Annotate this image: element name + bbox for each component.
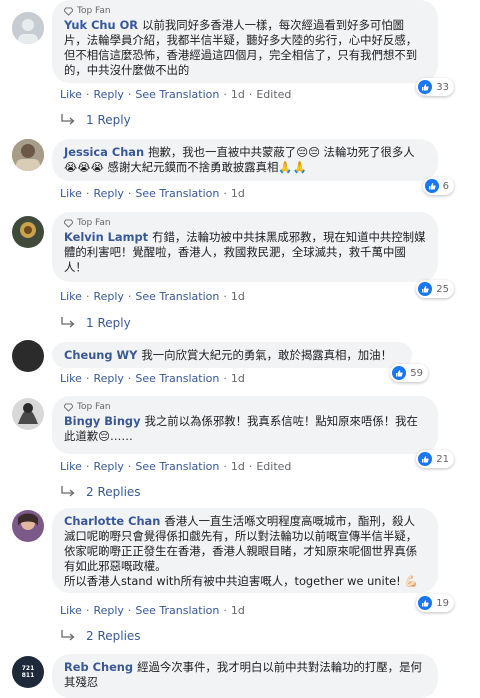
view-replies-link[interactable]: 2 Replies <box>60 629 141 643</box>
see-translation-link[interactable]: See Translation <box>135 604 219 617</box>
reply-arrow-icon <box>61 486 75 497</box>
diamond-icon <box>64 6 73 16</box>
like-icon <box>418 80 433 94</box>
reply-link[interactable]: Reply <box>93 460 123 473</box>
reply-arrow-icon <box>61 114 75 125</box>
comment-bubble: Charlotte Chan 香港人一直生活喺文明程度高嘅城市，酯刑，殺人滅口呢啲… <box>52 508 454 612</box>
commenter-name[interactable]: Reb Cheng <box>64 660 133 674</box>
reply-link[interactable]: Reply <box>93 88 123 101</box>
view-replies-link[interactable]: 1 Reply <box>60 113 131 127</box>
avatar[interactable] <box>12 139 44 171</box>
timestamp[interactable]: 1d <box>231 187 245 200</box>
comment-bubble: Top Fan Bingy Bingy 我之前以為係邪教！我真系信咗！點知原來唔係… <box>52 396 454 468</box>
commenter-name[interactable]: Jessica Chan <box>64 145 144 159</box>
see-translation-link[interactable]: See Translation <box>135 88 219 101</box>
diamond-icon <box>64 218 73 228</box>
reaction-count[interactable]: 6 <box>422 177 454 195</box>
avatar-text: 721 811 <box>21 665 35 679</box>
top-fan-badge: Top Fan <box>64 402 426 412</box>
reaction-count[interactable]: 33 <box>416 78 454 96</box>
like-icon <box>418 596 433 610</box>
avatar[interactable] <box>12 216 44 248</box>
like-icon <box>418 452 433 466</box>
top-fan-badge: Top Fan <box>64 6 426 16</box>
comment-actions: Like · Reply · See Translation · 1d <box>60 290 245 303</box>
see-translation-link[interactable]: See Translation <box>135 460 219 473</box>
see-translation-link[interactable]: See Translation <box>135 187 219 200</box>
reply-link[interactable]: Reply <box>93 290 123 303</box>
commenter-name[interactable]: Cheung WY <box>64 348 137 362</box>
reaction-count[interactable]: 21 <box>416 450 454 468</box>
reply-link[interactable]: Reply <box>93 372 123 385</box>
like-link[interactable]: Like <box>60 88 82 101</box>
reaction-count[interactable]: 59 <box>390 364 428 382</box>
edited-label: Edited <box>256 88 292 101</box>
like-link[interactable]: Like <box>60 460 82 473</box>
timestamp[interactable]: 1d <box>231 290 245 303</box>
avatar[interactable]: 721 811 <box>12 656 44 688</box>
view-replies-link[interactable]: 2 Replies <box>60 485 141 499</box>
reply-arrow-icon <box>61 317 75 328</box>
diamond-icon <box>64 402 73 412</box>
see-translation-link[interactable]: See Translation <box>135 290 219 303</box>
like-icon <box>424 179 439 193</box>
comment-actions: Like · Reply · See Translation · 1d · Edited <box>60 460 292 473</box>
like-link[interactable]: Like <box>60 604 82 617</box>
see-translation-link[interactable]: See Translation <box>135 372 219 385</box>
timestamp[interactable]: 1d <box>231 372 245 385</box>
comment-bubble: Cheung WY 我一向欣賞大紀元的勇氣，敢於揭露真相，加油！ 59 <box>52 342 428 382</box>
reply-link[interactable]: Reply <box>93 604 123 617</box>
timestamp[interactable]: 1d <box>231 604 245 617</box>
reaction-count[interactable]: 25 <box>416 280 454 298</box>
comment-actions: Like · Reply · See Translation · 1d <box>60 604 245 617</box>
avatar[interactable] <box>12 340 44 372</box>
comment-bubble: Reb Cheng 經過今次事件，我才明白以前中共對法輪功的打壓，是何其殘忍 <box>52 654 438 698</box>
like-link[interactable]: Like <box>60 187 82 200</box>
reaction-count[interactable]: 19 <box>416 594 454 612</box>
edited-label: Edited <box>256 460 292 473</box>
like-icon <box>418 282 433 296</box>
commenter-name[interactable]: Bingy Bingy <box>64 414 141 428</box>
comment-bubble: Top Fan Yuk Chu OR 以前我同好多香港人一樣，每次經過看到好多可怕… <box>52 0 454 96</box>
avatar[interactable] <box>12 12 44 44</box>
view-replies-link[interactable]: 1 Reply <box>60 316 131 330</box>
avatar[interactable] <box>12 398 44 430</box>
comment-text: 我一向欣賞大紀元的勇氣，敢於揭露真相，加油！ <box>141 348 392 362</box>
avatar[interactable] <box>12 510 44 542</box>
top-fan-badge: Top Fan <box>64 218 426 228</box>
comment-bubble: Top Fan Kelvin Lampt 冇錯，法輪功被中共抹黑成邪教，現在知道中… <box>52 212 454 298</box>
like-link[interactable]: Like <box>60 290 82 303</box>
commenter-name[interactable]: Kelvin Lampt <box>64 230 148 244</box>
comment-actions: Like · Reply · See Translation · 1d · Edited <box>60 88 292 101</box>
comment-actions: Like · Reply · See Translation · 1d <box>60 372 245 385</box>
reply-arrow-icon <box>61 630 75 641</box>
like-link[interactable]: Like <box>60 372 82 385</box>
commenter-name[interactable]: Charlotte Chan <box>64 514 160 528</box>
comment-bubble: Jessica Chan 抱歉，我也一直被中共蒙蔽了😔😔 法輪功死了很多人😭😭😭 … <box>52 139 454 195</box>
commenter-name[interactable]: Yuk Chu OR <box>64 18 138 32</box>
comment-text-line2: 所以香港人stand with所有被中共迫害嘅人，together we uni… <box>64 574 419 588</box>
timestamp[interactable]: 1d <box>231 88 245 101</box>
like-icon <box>392 366 407 380</box>
reply-link[interactable]: Reply <box>93 187 123 200</box>
comment-actions: Like · Reply · See Translation · 1d <box>60 187 245 200</box>
timestamp[interactable]: 1d <box>231 460 245 473</box>
